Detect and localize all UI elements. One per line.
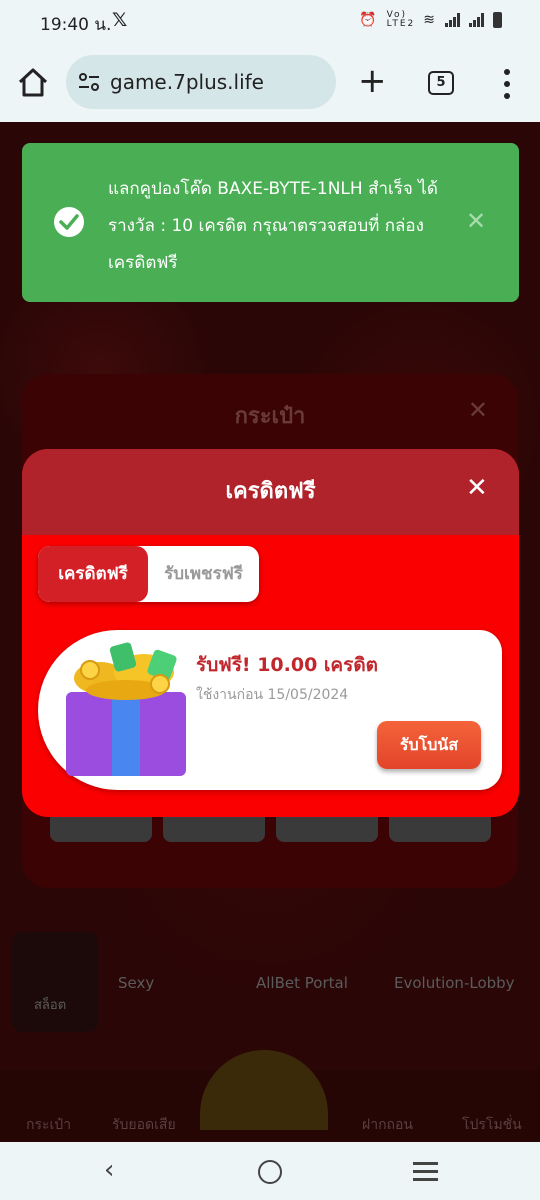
menu-icon[interactable]	[500, 69, 514, 99]
recents-icon[interactable]	[413, 1162, 438, 1182]
new-tab-icon[interactable]: +	[358, 64, 387, 98]
bottom-nav-label: ฝากถอน	[362, 1117, 413, 1133]
bottom-nav-label: กระเป๋า	[26, 1117, 72, 1133]
home-icon[interactable]	[16, 66, 50, 100]
tab-group: รับเพชรฟรี เครดิตฟรี	[38, 546, 259, 602]
game-label: AllBet Portal	[256, 974, 348, 992]
bottom-nav-label: โปรโมชั่น	[462, 1117, 522, 1133]
toast-message: แลกคูปองโค๊ด BAXE-BYTE-1NLH สำเร็จ ได้รา…	[108, 179, 438, 273]
game-label: Sexy	[118, 974, 155, 992]
bonus-expiry: ใช้งานก่อน 15/05/2024	[196, 687, 349, 703]
url-text[interactable]: game.7plus.life	[110, 70, 264, 94]
system-nav-bar: ‹	[0, 1142, 540, 1200]
home-circle-icon[interactable]	[258, 1160, 282, 1184]
claim-bonus-button[interactable]: รับโบนัส	[377, 721, 481, 769]
wifi-icon: ≋	[423, 12, 437, 28]
tab-free-credit[interactable]: เครดิตฟรี	[38, 546, 148, 602]
close-icon[interactable]: ✕	[466, 209, 486, 233]
battery-icon	[493, 12, 502, 28]
alarm-icon: ⏰	[359, 12, 379, 28]
status-time: 19:40 น.	[40, 15, 112, 35]
success-toast: แลกคูปองโค๊ด BAXE-BYTE-1NLH สำเร็จ ได้รา…	[22, 143, 519, 302]
game-label: Evolution-Lobby	[394, 974, 515, 992]
check-circle-icon	[54, 207, 84, 237]
site-settings-icon[interactable]	[78, 72, 100, 92]
bonus-card: รับฟรี! 10.00 เครดิต ใช้งานก่อน 15/05/20…	[38, 630, 502, 790]
back-icon[interactable]: ‹	[104, 1155, 114, 1185]
modal-title: เครดิตฟรี	[225, 479, 316, 504]
gift-box-icon	[66, 642, 186, 776]
modal-header: เครดิตฟรี ✕	[22, 449, 519, 535]
signal-icon	[445, 13, 461, 27]
volte-icon: Vo) LTE2	[386, 10, 416, 29]
x-logo-icon: 𝕏	[112, 9, 128, 31]
close-icon: ✕	[467, 396, 488, 424]
side-label: สล็อต	[34, 998, 67, 1013]
wallet-title: กระเป๋า	[234, 404, 306, 429]
address-bar[interactable]: game.7plus.life	[66, 55, 336, 109]
free-credit-modal: เครดิตฟรี ✕ รับเพชรฟรี เครดิตฟรี รับฟรี!…	[22, 449, 519, 817]
status-icons: ⏰ Vo) LTE2 ≋	[359, 11, 502, 29]
bonus-title: รับฟรี! 10.00 เครดิต	[196, 654, 379, 676]
close-icon[interactable]: ✕	[466, 475, 488, 501]
game-tile	[12, 932, 98, 1032]
tabs-icon[interactable]: 5	[428, 71, 454, 95]
signal-icon	[469, 13, 485, 27]
status-bar: 19:40 น. 𝕏 ⏰ Vo) LTE2 ≋	[0, 0, 540, 44]
bottom-nav-label: รับยอดเสีย	[112, 1117, 176, 1133]
browser-toolbar: game.7plus.life + 5	[0, 44, 540, 122]
tab-free-diamonds[interactable]: รับเพชรฟรี	[148, 546, 259, 602]
